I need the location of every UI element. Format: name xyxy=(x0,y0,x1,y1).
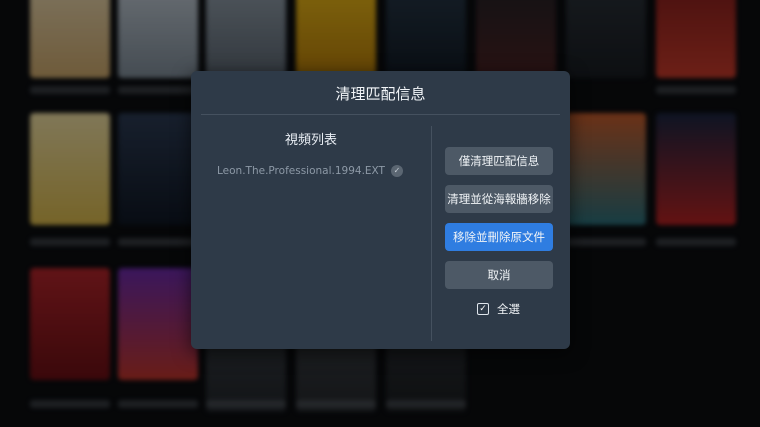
check-circle-icon[interactable]: ✓ xyxy=(391,165,403,177)
clear-match-dialog: 清理匹配信息 視頻列表 Leon.The.Professional.1994.E… xyxy=(191,71,570,349)
cancel-button[interactable]: 取消 xyxy=(445,261,553,289)
video-file-name: Leon.The.Professional.1994.EXTE.. xyxy=(217,165,385,177)
list-item[interactable]: Leon.The.Professional.1994.EXTE.. ✓ xyxy=(217,163,407,179)
remove-and-delete-file-button[interactable]: 移除並刪除原文件 xyxy=(445,223,553,251)
column-divider xyxy=(431,126,432,341)
dialog-title: 清理匹配信息 xyxy=(335,85,426,103)
checkbox-checked-icon[interactable]: ✓ xyxy=(477,303,489,315)
clear-and-remove-from-wall-button[interactable]: 清理並從海報牆移除 xyxy=(445,185,553,213)
select-all-toggle[interactable]: ✓ 全選 xyxy=(477,301,520,317)
clear-match-only-button[interactable]: 僅清理匹配信息 xyxy=(445,147,553,175)
video-list-title: 視頻列表 xyxy=(284,133,337,148)
title-divider xyxy=(201,114,560,115)
select-all-label: 全選 xyxy=(497,302,520,316)
